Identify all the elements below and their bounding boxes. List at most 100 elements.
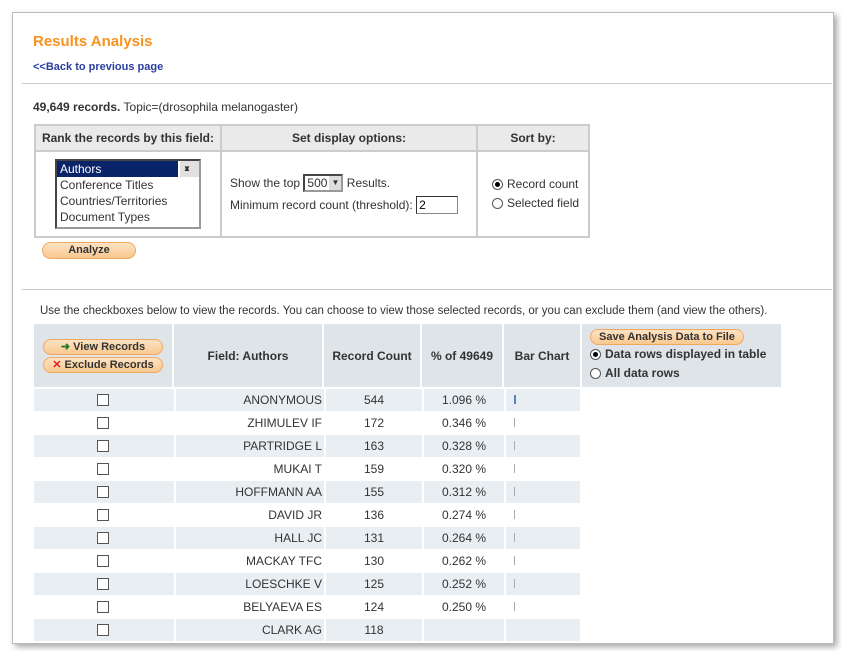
bar-cell: [504, 458, 582, 480]
field-option[interactable]: Authors: [57, 161, 178, 177]
record-count: 544: [324, 389, 422, 411]
table-row: DAVID JR 136 0.274 %: [34, 504, 580, 526]
view-records-label: View Records: [73, 340, 146, 353]
field-option[interactable]: Countries/Territories: [57, 193, 199, 209]
header-bar-chart: Bar Chart: [504, 324, 580, 387]
bar: [514, 533, 515, 542]
record-count: 163: [324, 435, 422, 457]
percent: 0.328 %: [422, 435, 504, 457]
record-count: 130: [324, 550, 422, 572]
threshold-label: Minimum record count (threshold):: [230, 198, 413, 212]
sort-header: Sort by:: [476, 124, 590, 152]
chevron-down-icon[interactable]: ▼: [329, 176, 342, 190]
row-checkbox[interactable]: [97, 601, 109, 613]
record-count: 131: [324, 527, 422, 549]
row-checkbox[interactable]: [97, 394, 109, 406]
save-option-label: Data rows displayed in table: [605, 347, 767, 361]
bar: [514, 418, 515, 427]
actions-header: ➜ View Records ✕ Exclude Records: [34, 324, 172, 387]
rank-header: Rank the records by this field:: [34, 124, 222, 152]
percent: 0.252 %: [422, 573, 504, 595]
bar-cell: [504, 504, 582, 526]
author-name: HALL JC: [174, 527, 322, 549]
topic-query: Topic=(drosophila melanogaster): [123, 100, 298, 114]
author-name: MUKAI T: [174, 458, 322, 480]
sort-record-count[interactable]: Record count: [492, 175, 588, 194]
table-row: PARTRIDGE L 163 0.328 %: [34, 435, 580, 457]
table-row: MACKAY TFC 130 0.262 %: [34, 550, 580, 572]
bar-cell: [504, 412, 582, 434]
bar: [514, 602, 515, 611]
bar: [514, 487, 515, 496]
header-field[interactable]: Field: Authors: [174, 324, 322, 387]
results-label: Results.: [346, 176, 391, 190]
bar: [514, 510, 515, 519]
row-checkbox[interactable]: [97, 486, 109, 498]
sort-option-label: Record count: [507, 177, 579, 191]
records-summary: 49,649 records. Topic=(drosophila melano…: [33, 100, 298, 114]
instructions: Use the checkboxes below to view the rec…: [40, 305, 768, 317]
save-analysis-button[interactable]: Save Analysis Data to File: [590, 329, 744, 345]
table-row: BELYAEVA ES 124 0.250 %: [34, 596, 580, 618]
radio-selected-icon[interactable]: [492, 179, 503, 191]
header-record-count[interactable]: Record Count: [324, 324, 420, 387]
row-checkbox[interactable]: [97, 624, 109, 636]
record-count: 118: [324, 619, 422, 641]
field-option[interactable]: Conference Titles: [57, 177, 199, 193]
radio-selected-icon[interactable]: [590, 349, 601, 361]
close-icon: ✕: [52, 358, 62, 371]
row-checkbox[interactable]: [97, 440, 109, 452]
record-count: 155: [324, 481, 422, 503]
field-listbox[interactable]: Authors Conference Titles Countries/Terr…: [55, 159, 201, 229]
row-checkbox[interactable]: [97, 509, 109, 521]
bar: [514, 441, 515, 450]
threshold-input[interactable]: [416, 196, 459, 214]
scroll-down-icon[interactable]: ▼: [183, 161, 191, 177]
field-option[interactable]: Document Types: [57, 209, 199, 225]
bar-cell: [504, 573, 582, 595]
listbox-scrollbar[interactable]: ▲ ▼: [180, 161, 199, 177]
row-checkbox[interactable]: [97, 578, 109, 590]
show-top-label: Show the top: [230, 176, 301, 190]
radio-icon[interactable]: [492, 198, 503, 210]
radio-icon[interactable]: [590, 368, 601, 380]
row-checkbox[interactable]: [97, 463, 109, 475]
author-name: LOESCHKE V: [174, 573, 322, 595]
author-name: ZHIMULEV IF: [174, 412, 322, 434]
save-option-displayed[interactable]: Data rows displayed in table: [590, 345, 766, 364]
author-name: PARTRIDGE L: [174, 435, 322, 457]
bar-cell: [504, 527, 582, 549]
top-results-select[interactable]: 500 ▼: [303, 174, 344, 192]
table-row: MUKAI T 159 0.320 %: [34, 458, 580, 480]
table-row: HOFFMANN AA 155 0.312 %: [34, 481, 580, 503]
bar-cell: [504, 596, 582, 618]
save-option-all[interactable]: All data rows: [590, 364, 680, 383]
percent: 0.264 %: [422, 527, 504, 549]
page-title: Results Analysis: [33, 33, 153, 50]
percent: 0.346 %: [422, 412, 504, 434]
display-header: Set display options:: [220, 124, 478, 152]
exclude-records-button[interactable]: ✕ Exclude Records: [43, 356, 163, 373]
percent: 1.096 %: [422, 389, 504, 411]
row-checkbox[interactable]: [97, 555, 109, 567]
row-checkbox[interactable]: [97, 417, 109, 429]
record-count: 136: [324, 504, 422, 526]
percent: 0.250 %: [422, 596, 504, 618]
bar-cell: [504, 389, 582, 411]
author-name: BELYAEVA ES: [174, 596, 322, 618]
percent: 0.320 %: [422, 458, 504, 480]
percent: 0.262 %: [422, 550, 504, 572]
sort-selected-field[interactable]: Selected field: [492, 194, 588, 213]
table-row: HALL JC 131 0.264 %: [34, 527, 580, 549]
percent: 0.274 %: [422, 504, 504, 526]
divider: [22, 83, 832, 84]
view-records-button[interactable]: ➜ View Records: [43, 338, 163, 355]
table-row: ANONYMOUS 544 1.096 %: [34, 389, 580, 411]
bar-cell: [504, 435, 582, 457]
arrow-right-icon: ➜: [60, 340, 71, 353]
analyze-button[interactable]: Analyze: [42, 242, 136, 259]
row-checkbox[interactable]: [97, 532, 109, 544]
back-link[interactable]: <<Back to previous page: [33, 61, 163, 73]
sort-option-label: Selected field: [507, 196, 580, 210]
table-row: CLARK AG 118: [34, 619, 580, 641]
